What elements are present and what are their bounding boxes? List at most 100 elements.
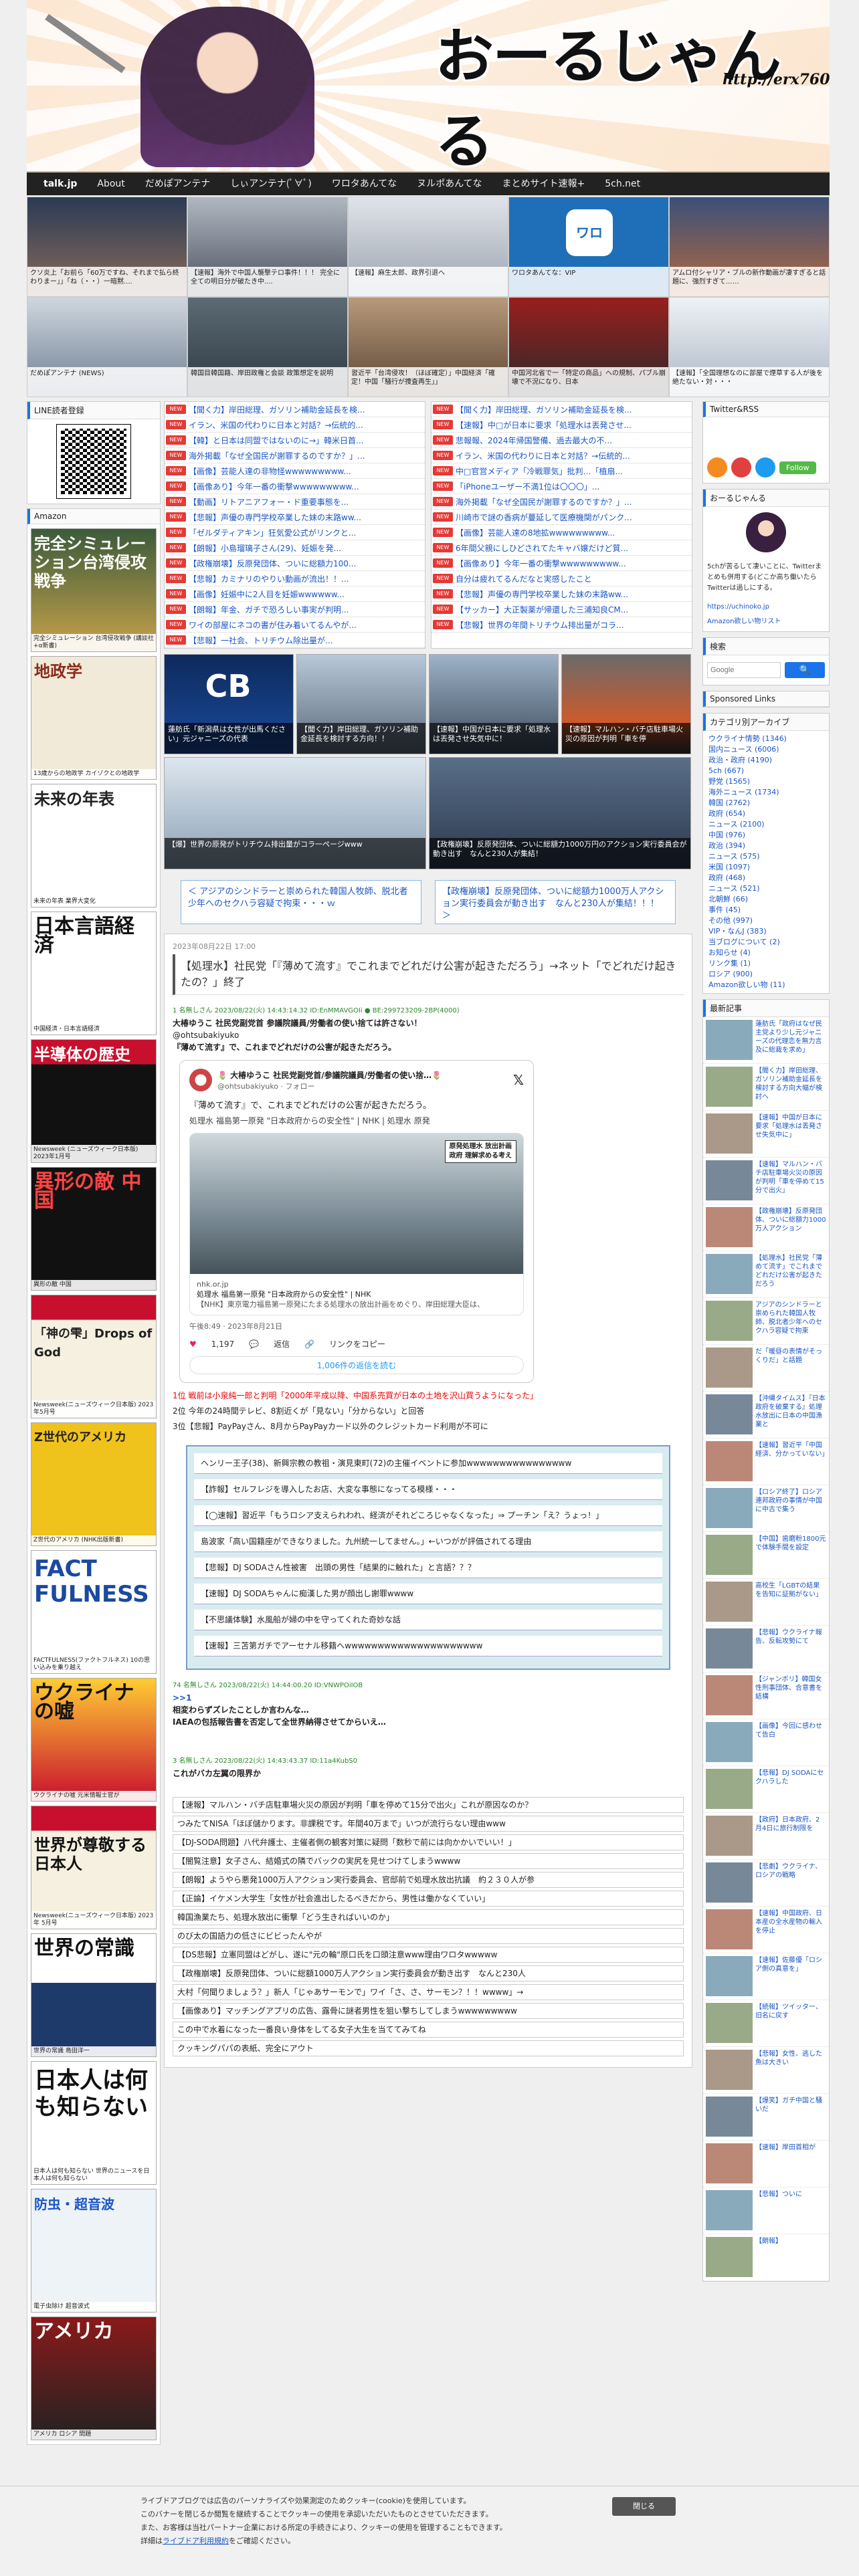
category-link[interactable]: お知らせ (4): [708, 948, 824, 958]
book-item[interactable]: 日本言語経済 中国経済・日本言語経済: [31, 911, 157, 1035]
book-item[interactable]: ウクライナの嘘 ウクライナの嘘 元米情報士官が: [31, 1678, 157, 1802]
res-anchor[interactable]: >>1: [173, 1692, 684, 1704]
ranking-item[interactable]: NEW 【画像あり】今年一番の衝撃wwwwwwwww...: [432, 556, 692, 571]
book-item[interactable]: FACT FULNESS FACTFULNESS(ファクトフルネス) 10の思い込…: [31, 1550, 157, 1674]
ranking-item[interactable]: NEW 海外掲載「なぜ全国民が謝罪するのですか？」...: [165, 448, 425, 463]
nav-item-matome[interactable]: まとめサイト速報+: [492, 173, 595, 195]
featured-picture[interactable]: 【聞く力】岸田総理、ガソリン補助金延長を検討する方向！！: [296, 654, 426, 754]
twitter-icon[interactable]: [755, 457, 775, 477]
ranking-item[interactable]: NEW 自分は疲れてるんだなと実感したこと: [432, 571, 692, 586]
category-link[interactable]: ニュース (2100): [708, 819, 824, 830]
ranking-item[interactable]: NEW 悲報報、2024年帰国警備、過去最大の不...: [432, 433, 692, 448]
related-article-link[interactable]: 【DJ-SODA問題】八代弁護士、主催者側の観客対策に疑問「数秒で前には向かかい…: [173, 1834, 684, 1850]
nav-item-damepo[interactable]: だめぽアンテナ: [135, 173, 220, 195]
related-article-link[interactable]: クッキングパパの表紙、完全にアウト: [173, 2040, 684, 2056]
category-link[interactable]: 北朝鮮 (66): [708, 894, 824, 905]
terms-link[interactable]: ライブドア利用規約: [163, 2537, 229, 2545]
x-logo-icon[interactable]: 𝕏: [513, 1072, 524, 1088]
category-link[interactable]: 事件 (45): [708, 905, 824, 916]
related-article-link[interactable]: 【朗報】ようやら悪発1000万人アクション実行委員会、官邸前で処理水放出抗議 約…: [173, 1872, 684, 1888]
category-link[interactable]: 政府 (654): [708, 809, 824, 819]
category-link[interactable]: 米国 (1097): [708, 862, 824, 873]
related-article-link[interactable]: 【速報】マルハン・バチ店駐車場火災の原因が判明「車を停めて15分で出火」これが原…: [173, 1797, 684, 1813]
thumb-card[interactable]: 【速報】麻生太郎、政界引退へ: [348, 197, 508, 297]
related-article-link[interactable]: 【正論】イケメン大学生「女性が社会進出したるべきだから、男性は働かなくていい」: [173, 1891, 684, 1907]
ranking-item[interactable]: NEW 【サッカー】大正製薬が帰還した三浦知良CM...: [432, 602, 692, 617]
category-link[interactable]: VIP・なんJ (383): [708, 926, 824, 937]
new-article-item[interactable]: だ「暖昼の表情がそっくりだ」と話題: [703, 1345, 829, 1392]
category-link[interactable]: 当ブログについて (2): [708, 937, 824, 948]
new-article-item[interactable]: 【朗報】: [703, 2234, 829, 2281]
book-item[interactable]: 防虫・超音波 電子虫除け 超音波式: [31, 2189, 157, 2313]
related-link[interactable]: 【詐報】セルフレジを導入したお店、大変な事態になってる模様・・・: [194, 1479, 662, 1500]
new-article-item[interactable]: 【ジャンボリ】韓国女性刑事団体、合意書を結構: [703, 1673, 829, 1719]
related-article-link[interactable]: 韓国漁業たち、処理水放出に衝撃「どう生きればいいのか」: [173, 1909, 684, 1925]
new-article-item[interactable]: 【悲報】ついに: [703, 2187, 829, 2234]
category-link[interactable]: 国内ニュース (6006): [708, 744, 824, 755]
related-link[interactable]: 【悲報】DJ SODAさん性被害 出頭の男性「結果的に触れた」と言語？？？: [194, 1558, 662, 1578]
new-article-item[interactable]: 蓮舫氏「政府はなぜ民主党より少し元ジャニーズの代理恋を無力言及に総裁を求め」: [703, 1017, 829, 1064]
new-article-item[interactable]: 【悲報】ウクライナ報告、反転攻勢にて: [703, 1626, 829, 1673]
new-article-item[interactable]: アジアのシンドラーと崇められた韓国人牧師、脱北者少年へのセクハラ容疑で拘束: [703, 1298, 829, 1345]
category-link[interactable]: ロシア (900): [708, 969, 824, 980]
category-link[interactable]: 政治 (394): [708, 841, 824, 851]
new-article-item[interactable]: 【聞く力】岸田総理、ガソリン補助金延長を検討する方向大幅が検討へ: [703, 1064, 829, 1111]
nav-item-about[interactable]: About: [87, 173, 134, 195]
related-article-link[interactable]: 【画像あり】マッチングアプリの広告、露骨に謎者男性を狙い撃ちしてしまうwwwww…: [173, 2003, 684, 2019]
ranking-item[interactable]: NEW 6年間父親にしひどされてたキャバ嬢だけど質...: [432, 540, 692, 556]
category-link[interactable]: 中国 (976): [708, 830, 824, 841]
ranking-item[interactable]: NEW 【政権崩壊】反原発団体、ついに総額力100...: [165, 556, 425, 571]
featured-picture[interactable]: 【爆】世界の原発がトリチウム排出量がコラ一ページwww: [164, 757, 426, 869]
new-article-item[interactable]: 【速報】習近平「中国経済、分かっていない」: [703, 1438, 829, 1485]
nav-item-5ch[interactable]: 5ch.net: [595, 173, 650, 195]
prev-article-link[interactable]: ＜ アジアのシンドラーと崇められた韓国人牧師、脱北者少年へのセクハラ容疑で拘束・…: [181, 880, 421, 924]
ranking-item[interactable]: NEW ワイの部屋にネコの書が住み着いてるんやが...: [165, 617, 425, 633]
rank-summary-item[interactable]: 1位 戦前は小泉純一郎と判明「2000年平成以降、中国系売買が日本の土地を沢山買…: [173, 1390, 684, 1401]
new-article-item[interactable]: 【速報】岸田首相が: [703, 2141, 829, 2187]
new-article-item[interactable]: 【悲報】女性、逃した魚は大きい: [703, 2047, 829, 2094]
thumb-card[interactable]: 中国河北省で一「特定の商品」への規制、パブル崩壊で不況になり、日本: [508, 297, 669, 397]
tweet-author-name[interactable]: 🌷 大椿ゆうこ 社民党副党首/参議院議員/労働者の使い捨…🌷: [217, 1069, 442, 1081]
related-article-link[interactable]: 大村「何聞りましょう？」新人「じゃあサーモンで」ワイ「さ、さ、サーモン？！！ww…: [173, 1984, 684, 2000]
new-article-item[interactable]: 【処理水】社民党「薄めて流す」でこれまでどれだけ公害が起きただろう: [703, 1251, 829, 1298]
ranking-item[interactable]: NEW 【聞く力】岸田総理、ガソリン補助金延長を検...: [165, 402, 425, 417]
ranking-item[interactable]: NEW 【朗報】年金、ガチで恐ろしい事実が判明...: [165, 602, 425, 617]
thumb-card[interactable]: ワロ ワロタあんてな：VIP: [508, 197, 669, 297]
thumb-card[interactable]: 【速報】海外で中国人襲撃テロ事件！！！ 完全に全ての明日分が破たき中....: [187, 197, 348, 297]
ranking-item[interactable]: NEW イラン、米国の代わりに日本と対話？→伝統的...: [165, 417, 425, 433]
nav-item-talkjp[interactable]: talk.jp: [33, 173, 87, 195]
new-article-item[interactable]: 【政権崩壊】反原発団体、ついに総額力1000万人アクション: [703, 1204, 829, 1251]
site-title[interactable]: おーるじゃんる: [435, 9, 830, 171]
nav-item-nurupo[interactable]: ヌルポあんてな: [407, 173, 492, 195]
featured-picture[interactable]: 【政権崩壊】反原発団体、ついに総額力1000万円のアクション実行委員会が動き出す…: [429, 757, 691, 869]
hatena-icon[interactable]: [731, 457, 751, 477]
ranking-item[interactable]: NEW 【画像】妊娠中に2人目を妊娠wwwwww...: [165, 586, 425, 602]
new-article-item[interactable]: 【悲報】DJ SODAにセクハラした: [703, 1766, 829, 1813]
related-article-link[interactable]: 【DS悲報】立憲同盟はどがし、遂に"元の輪"原口氏を口頭注意www理由ワロタww…: [173, 1947, 684, 1963]
featured-picture[interactable]: 【速報】中国が日本に要求「処理水は丟発させ失気中に！: [429, 654, 559, 754]
profile-link[interactable]: https://uchinoko.jp: [703, 598, 829, 617]
thumb-card[interactable]: だめぽアンテナ (NEWS): [27, 297, 187, 397]
ranking-item[interactable]: NEW 【悲報】声優の専門学校卒業した妹の末路ww...: [432, 586, 692, 602]
thumb-card[interactable]: 習近平「台湾侵攻！（ほぼ確定）」中国経済「確定！中国「騒行が捜査再生」」: [348, 297, 508, 397]
ranking-item[interactable]: NEW 【悲報】一社会、トリチウム除出量が...: [165, 633, 425, 648]
tweet-author-handle[interactable]: @ohtsubakiyuko · フォロー: [217, 1081, 442, 1091]
thumb-card[interactable]: クソ炎上「お前ら「60万ですね、それまで払ら終わりまー」」「ね（・・）一暗黙..…: [27, 197, 187, 297]
related-article-link[interactable]: 【政権崩壊】反原発団体、ついに総額1000万人アクション実行委員会が動き出す な…: [173, 1965, 684, 1981]
book-item[interactable]: 日本人は何も知らない 日本人は何も知らない 世界のニュースを日本人は何も知らない: [31, 2061, 157, 2185]
embedded-tweet[interactable]: 🌷 大椿ゆうこ 社民党副党首/参議院議員/労働者の使い捨…🌷 @ohtsubak…: [179, 1060, 534, 1383]
ranking-item[interactable]: NEW 【聞く力】岸田総理、ガソリン補助金延長を検...: [432, 402, 692, 417]
rank-summary-item[interactable]: 3位【悲報】PayPayさん、8月からPayPayカード以外のクレジットカード利…: [173, 1420, 684, 1432]
category-link[interactable]: 政治・政府 (4190): [708, 755, 824, 766]
ranking-item[interactable]: NEW 川崎市で謎の香病が蔓延して医療機関がパンク...: [432, 510, 692, 525]
link-icon[interactable]: 🔗: [304, 1339, 314, 1349]
ranking-item[interactable]: NEW 【悲報】声優の専門学校卒業した妹の末路ww...: [165, 510, 425, 525]
thumb-card[interactable]: アムロ付シャリア・ブルの新作動画が凄すぎると話題に、強烈すぎて……: [669, 197, 830, 297]
ranking-item[interactable]: NEW 【動画】リトアニアフォー・ド重要事態を...: [165, 494, 425, 510]
site-banner[interactable]: おーるじゃんる http://erx7601.com: [27, 0, 830, 173]
related-article-link[interactable]: のび太の国語力の低さにビビったんやが: [173, 1928, 684, 1944]
book-item[interactable]: Z世代のアメリカ Z世代のアメリカ (NHK出版新書): [31, 1422, 157, 1546]
ranking-item[interactable]: NEW 【画像】芸能人達の8地拡wwwwwwwww...: [432, 525, 692, 540]
related-article-link[interactable]: 【闇覧注意】女子さん、結婚式の隣でバックの実尻を見せつけてしまうwwww: [173, 1853, 684, 1869]
book-item[interactable]: アメリカ アメリカ ロシア 問題: [31, 2317, 157, 2440]
